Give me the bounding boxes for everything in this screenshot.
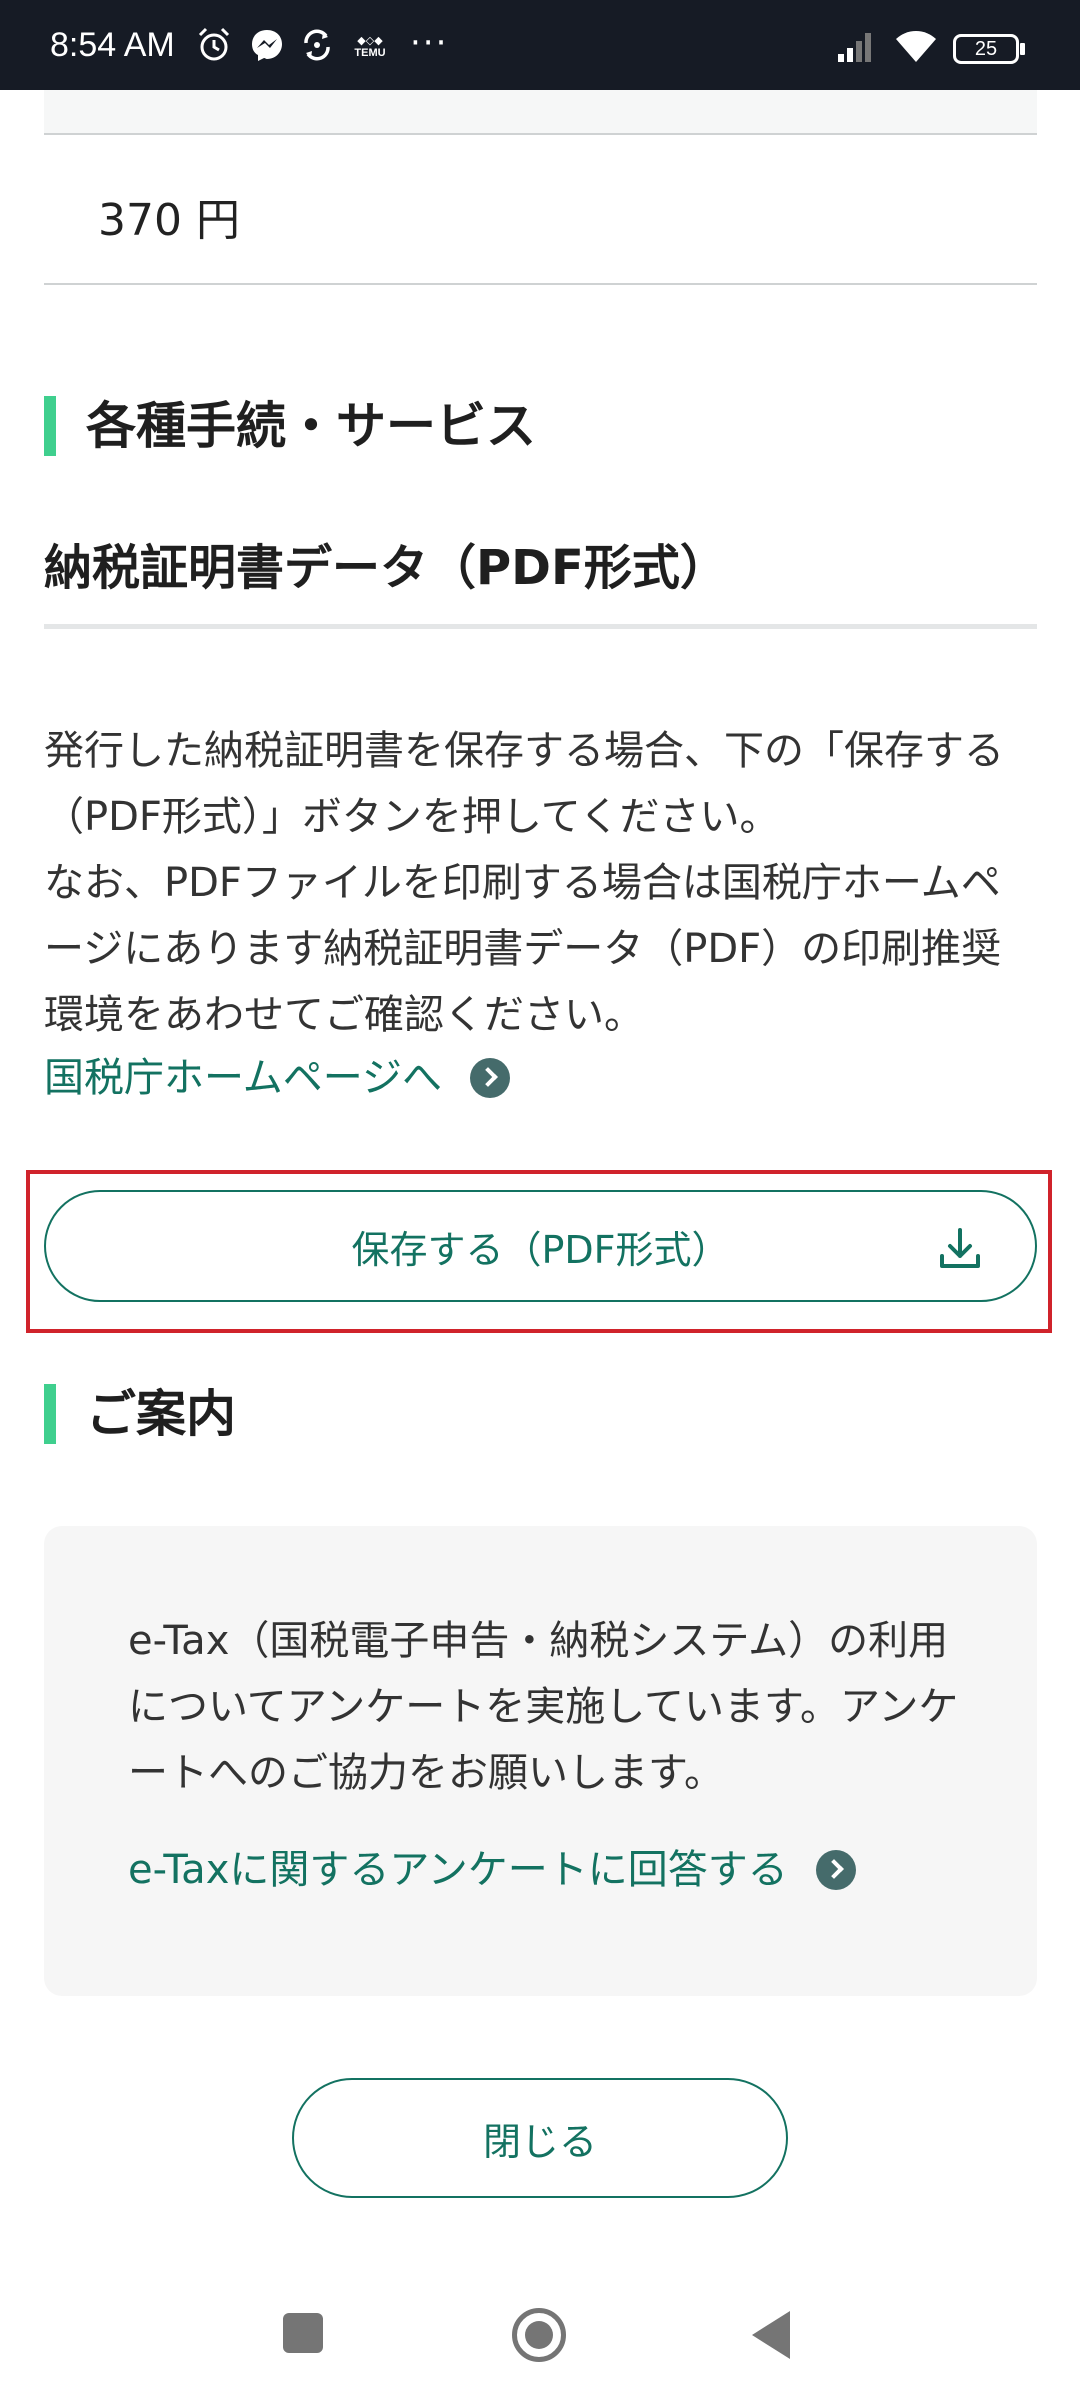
back-icon[interactable] [752,2311,790,2359]
close-button[interactable]: 閉じる [292,2078,788,2198]
sync-icon [304,29,330,61]
survey-line: についてアンケートを実施しています。アンケ [128,1684,959,1730]
chevron-right-icon [470,1058,510,1098]
description-line: ージにあります納税証明書データ（PDF）の印刷推奨 [44,926,1002,972]
survey-line: e-Tax（国税電子申告・納税システム）の利用 [128,1618,949,1664]
save-pdf-button[interactable]: 保存する（PDF形式） [44,1190,1037,1302]
section-heading-text: ご案内 [86,1385,236,1443]
section-heading-text: 各種手続・サービス [86,397,536,455]
pdf-description: 発行した納税証明書を保存する場合、下の「保存する （PDF形式）」ボタンを押して… [44,718,1044,1048]
download-icon [940,1228,980,1268]
recent-apps-icon[interactable] [283,2313,323,2353]
heading-accent-bar [44,396,56,456]
pdf-data-heading: 納税証明書データ（PDF形式） [44,540,728,596]
survey-line: ートへのご協力をお願いします。 [128,1750,724,1796]
close-button-label: 閉じる [482,2119,597,2164]
messenger-icon [252,30,282,61]
svg-text:◆◇◆: ◆◇◆ [357,35,383,47]
svg-text:TEMU: TEMU [354,47,385,59]
nta-homepage-link[interactable]: 国税庁ホームページへ [44,1052,510,1104]
survey-link[interactable]: e-Taxに関するアンケートに回答する [128,1844,856,1896]
status-time: 8:54 AM [50,26,175,64]
more-notifications-icon: ··· [410,23,449,63]
description-line: （PDF形式）」ボタンを押してください。 [44,794,780,840]
battery-tip [1020,43,1025,55]
battery-icon: 25 [953,34,1019,64]
description-line: 発行した納税証明書を保存する場合、下の「保存する [44,728,1004,774]
status-bar: 8:54 AM ◆◇◆ TEMU ··· 25 [0,0,1080,90]
battery-level: 25 [974,38,998,60]
description-line: 環境をあわせてご確認ください。 [44,992,644,1038]
chevron-right-icon [815,1850,856,1890]
temu-icon: ◆◇◆ TEMU [354,35,385,59]
heading-underline [44,624,1037,629]
save-pdf-button-label: 保存する（PDF形式） [351,1227,730,1272]
nta-homepage-link-label: 国税庁ホームページへ [44,1055,442,1101]
signal-icon [838,33,871,62]
fee-amount: 370 円 [98,195,240,246]
survey-description: e-Tax（国税電子申告・納税システム）の利用 についてアンケートを実施していま… [128,1608,1028,1806]
fee-header-background [44,90,1037,134]
divider [44,283,1037,285]
survey-link-label: e-Taxに関するアンケートに回答する [128,1847,788,1893]
wifi-icon [896,31,936,62]
divider [44,133,1037,135]
heading-accent-bar [44,1384,56,1444]
home-icon[interactable] [512,2308,566,2362]
alarm-icon [198,27,230,61]
description-line: なお、PDFファイルを印刷する場合は国税庁ホームペ [44,860,1001,906]
survey-info-box: e-Tax（国税電子申告・納税システム）の利用 についてアンケートを実施していま… [44,1526,1037,1996]
